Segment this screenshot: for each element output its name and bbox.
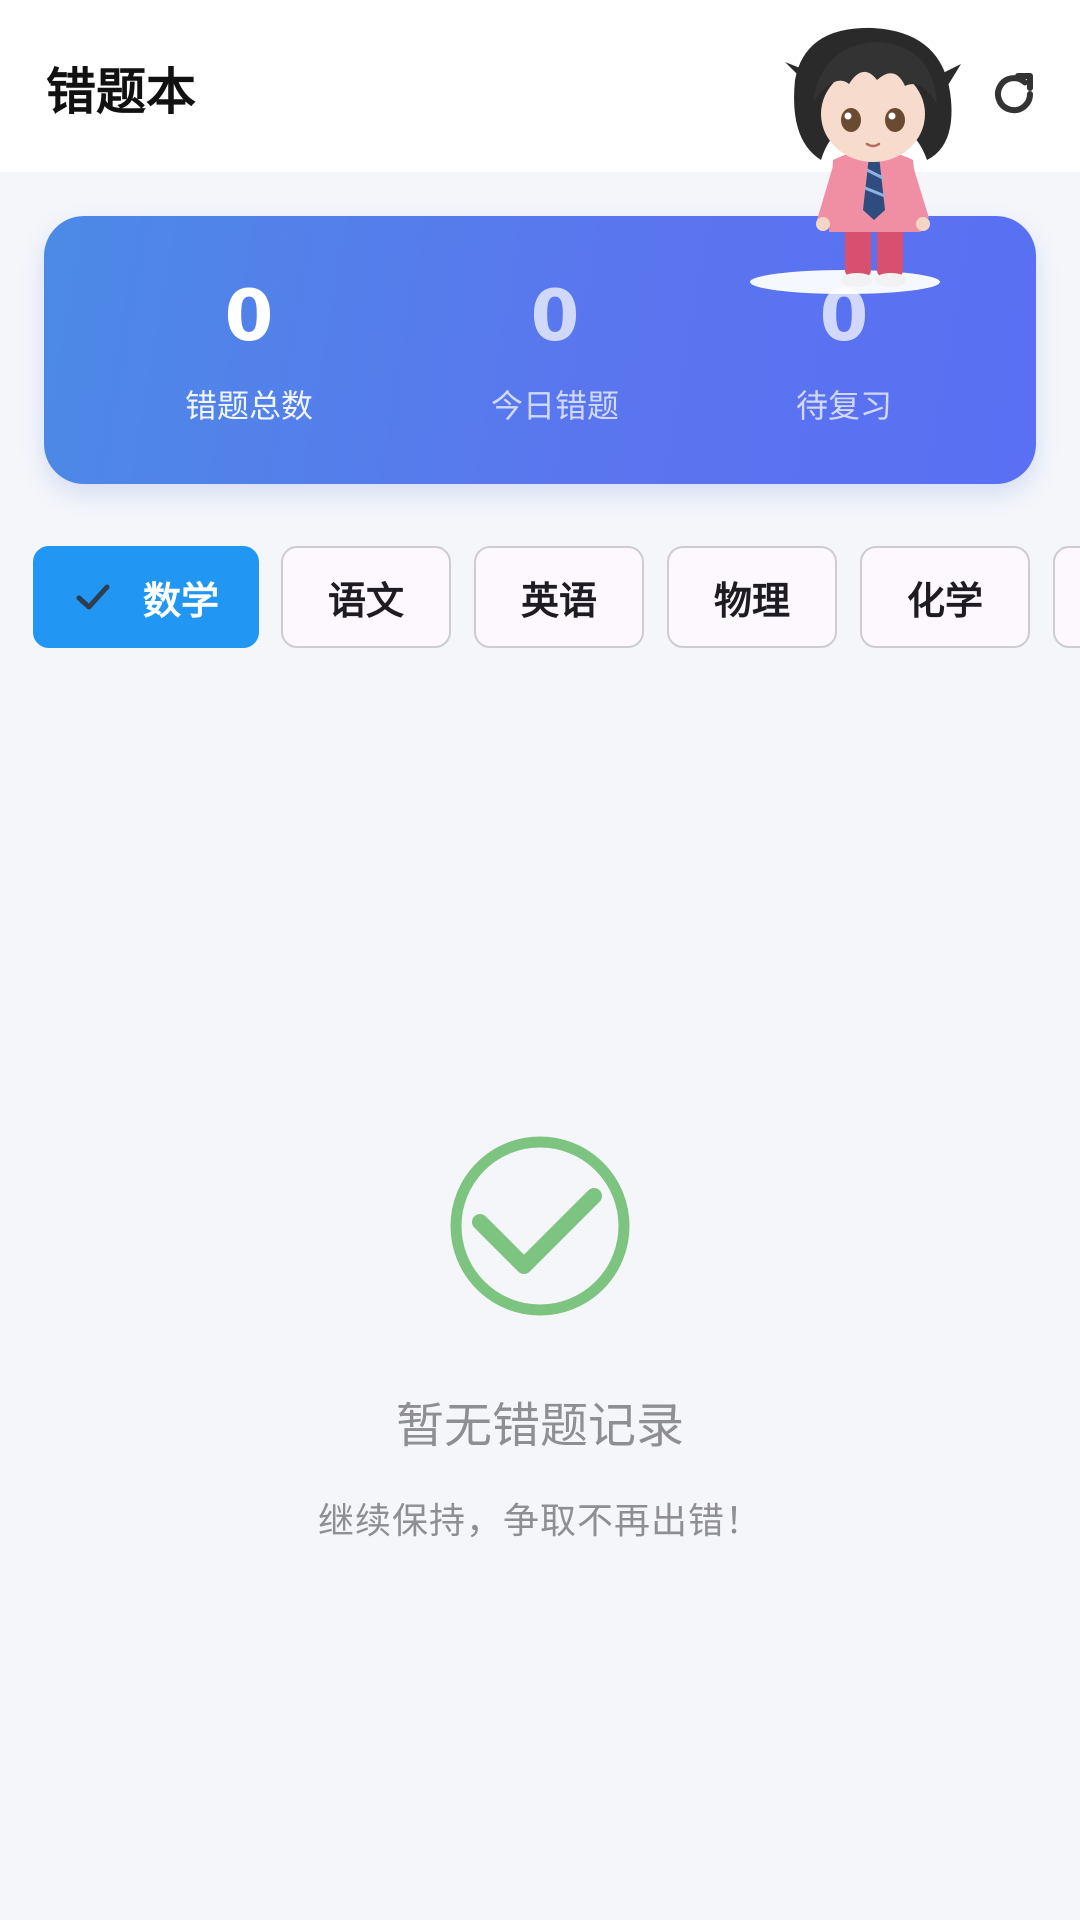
app-root: 错题本 0 错题总数 0 今日错题 0 待复习 数学 语文 英语 物理 化学 暂…	[0, 0, 1080, 1920]
subject-chip-more[interactable]	[1053, 546, 1080, 648]
subject-chip-label: 语文	[327, 578, 404, 623]
stat-total: 0 错题总数	[99, 216, 399, 484]
subject-chip-math[interactable]: 数学	[33, 546, 259, 648]
subject-chip-chinese[interactable]: 语文	[281, 546, 451, 648]
mascot-character	[750, 27, 961, 294]
page-title: 错题本	[46, 63, 196, 121]
stat-total-value: 0	[224, 275, 274, 357]
subject-filter-bar: 数学 语文 英语 物理 化学	[0, 546, 1080, 650]
stat-total-label: 错题总数	[184, 387, 313, 425]
refresh-icon	[995, 73, 1034, 114]
subject-chip-label: 英语	[520, 578, 597, 623]
stat-today-label: 今日错题	[490, 387, 619, 425]
refresh-button[interactable]	[984, 64, 1044, 124]
subject-chip-english[interactable]: 英语	[474, 546, 644, 648]
subject-chip-label: 物理	[713, 578, 790, 623]
subject-chip-label: 化学	[906, 578, 983, 623]
stat-today: 0 今日错题	[405, 216, 705, 484]
subject-chip-label: 数学	[142, 578, 219, 623]
check-icon	[76, 584, 110, 610]
subject-chip-physics[interactable]: 物理	[667, 546, 837, 648]
empty-state-subtitle: 继续保持，争取不再出错！	[317, 1501, 762, 1542]
stat-review-label: 待复习	[795, 387, 892, 425]
check-circle-icon	[450, 1136, 630, 1316]
subject-chip-chemistry[interactable]: 化学	[860, 546, 1030, 648]
empty-state-title: 暂无错题记录	[395, 1398, 684, 1454]
stat-today-value: 0	[530, 275, 580, 357]
